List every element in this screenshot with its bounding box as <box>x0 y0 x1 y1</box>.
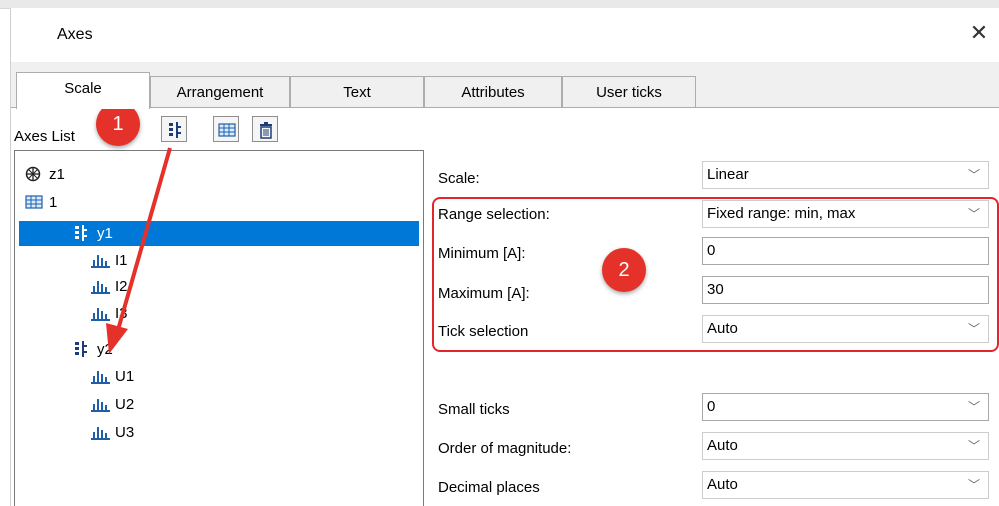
tab-scale[interactable]: Scale <box>16 72 150 109</box>
step-badge-2: 2 <box>602 248 646 292</box>
